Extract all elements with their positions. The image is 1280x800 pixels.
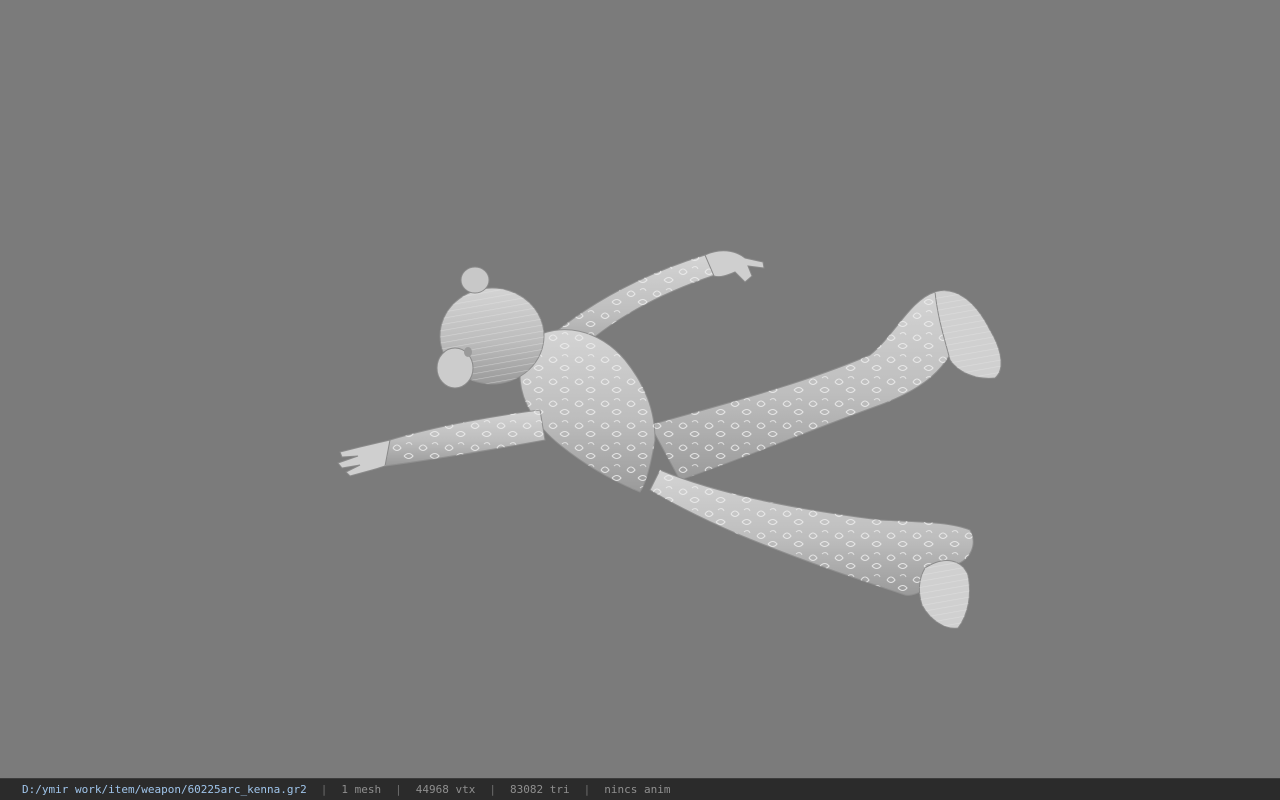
head (436, 266, 545, 389)
triangle-count: 83082 tri (510, 783, 570, 796)
upper-leg (649, 290, 1002, 481)
animation-status: nincs anim (604, 783, 671, 796)
3d-viewport[interactable] (0, 0, 1280, 778)
figure-model (337, 250, 1002, 629)
vertex-count: 44968 vtx (415, 783, 476, 796)
separator: | (583, 783, 591, 796)
file-path: D:/ymir work/item/weapon/60225arc_kenna.… (22, 783, 307, 796)
separator: | (395, 783, 402, 796)
front-arm (337, 409, 546, 477)
mesh-count: 1 mesh (341, 783, 382, 796)
separator: | (489, 783, 497, 796)
lower-leg (649, 469, 974, 629)
status-bar: D:/ymir work/item/weapon/60225arc_kenna.… (0, 778, 1280, 800)
separator: | (320, 783, 328, 796)
